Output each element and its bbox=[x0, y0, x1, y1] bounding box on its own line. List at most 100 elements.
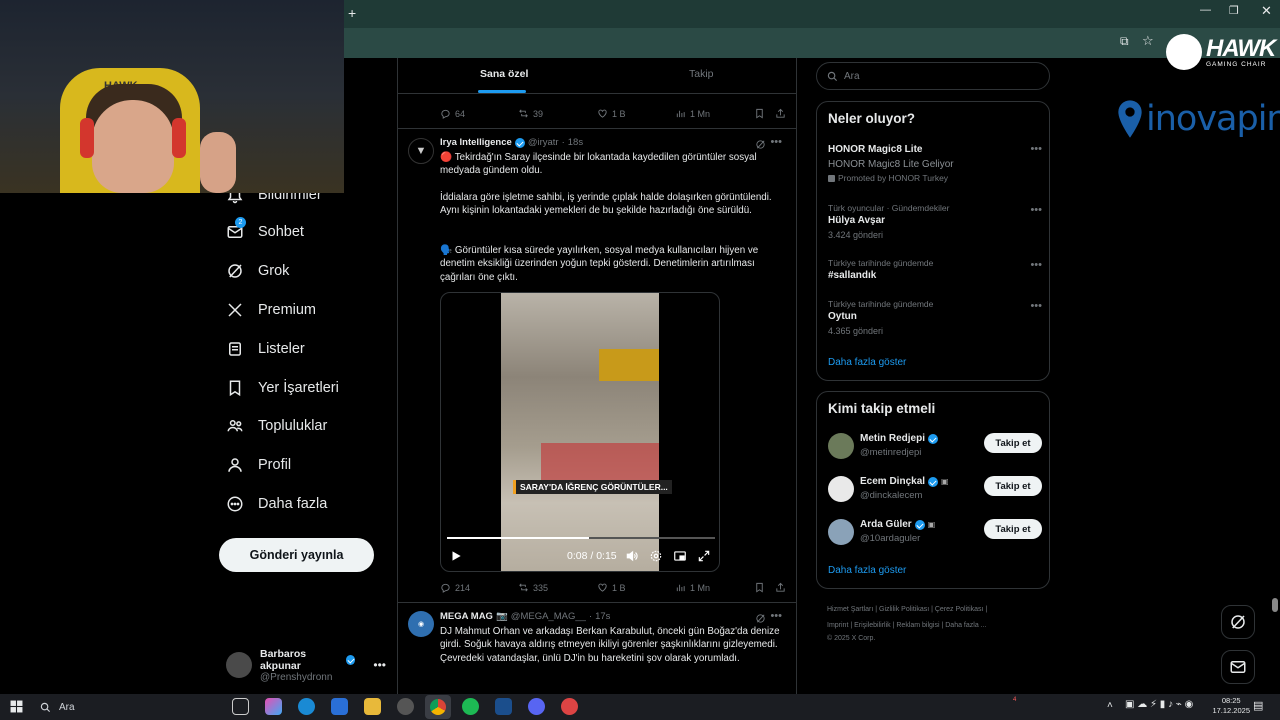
tab-following[interactable]: Takip bbox=[689, 68, 714, 80]
nav-item-communities[interactable]: Topluluklar bbox=[226, 411, 327, 441]
search-input[interactable] bbox=[844, 70, 1034, 82]
video-shop-banner bbox=[541, 443, 659, 483]
nav-label: Sohbet bbox=[258, 224, 304, 240]
nav-item-grok[interactable]: Grok bbox=[226, 256, 289, 286]
footer-line[interactable]: Imprint | Erişilebilirlik | Reklam bilgi… bbox=[827, 618, 1047, 634]
bookmark-button[interactable] bbox=[754, 108, 765, 119]
chrome-active-icon[interactable] bbox=[425, 695, 451, 719]
account-switcher[interactable]: Barbaros akpunar @Prenshydronn ••• bbox=[226, 648, 386, 683]
trends-show-more-link[interactable]: Daha fazla göster bbox=[828, 357, 906, 368]
avatar[interactable]: ◉ bbox=[408, 611, 434, 637]
video-player[interactable]: SARAY'DA İĞRENÇ GÖRÜNTÜLER... 0:08 / 0:1… bbox=[440, 292, 720, 572]
bookmark-button[interactable] bbox=[754, 582, 765, 593]
location-pin-icon bbox=[1118, 100, 1142, 138]
plus-icon[interactable]: + bbox=[348, 5, 356, 21]
close-icon[interactable]: ✕ bbox=[1261, 3, 1272, 19]
more-dots-icon[interactable]: ••• bbox=[770, 136, 782, 148]
reply-count: 214 bbox=[455, 582, 471, 593]
share-button[interactable] bbox=[775, 582, 786, 593]
trend-item[interactable]: Türk oyuncular · Gündemdekiler Hülya Avş… bbox=[828, 202, 1042, 243]
picture-in-picture-icon[interactable] bbox=[673, 549, 687, 563]
minimize-icon[interactable]: — bbox=[1200, 4, 1211, 16]
more-dots-icon[interactable]: ••• bbox=[373, 658, 386, 672]
follow-suggestion[interactable]: Ecem Dinçkal ▣ @dinckalecem Takip et bbox=[828, 474, 1042, 506]
tray-icons[interactable]: ▣ ☁ ⚡ ▮ ♪ ⌁ ◉ bbox=[1125, 699, 1193, 710]
more-dots-icon[interactable]: ••• bbox=[1030, 143, 1042, 155]
taskbar-clock[interactable]: 08:25 17.12.2025 bbox=[1212, 696, 1250, 716]
settings-gear-icon[interactable] bbox=[649, 549, 663, 563]
edge-icon[interactable] bbox=[298, 698, 315, 715]
grok-icon[interactable] bbox=[755, 139, 766, 150]
follow-button[interactable]: Takip et bbox=[984, 476, 1042, 496]
discord-icon[interactable] bbox=[528, 698, 545, 715]
tab-for-you[interactable]: Sana özel bbox=[480, 68, 528, 80]
tweet-author[interactable]: Irya Intelligence bbox=[440, 137, 512, 148]
post-button[interactable]: Gönderi yayınla bbox=[219, 538, 374, 572]
grok-icon[interactable] bbox=[755, 613, 766, 624]
follow-button[interactable]: Takip et bbox=[984, 519, 1042, 539]
like-button[interactable]: 1 B bbox=[597, 582, 626, 593]
trend-item[interactable]: Türkiye tarihinde gündemde #sallandık ••… bbox=[828, 257, 1042, 283]
footer-line[interactable]: Hizmet Şartları | Gizlilik Politikası | … bbox=[827, 602, 1047, 618]
like-button[interactable]: 1 B bbox=[597, 108, 626, 119]
trend-context: Türkiye tarihinde gündemde bbox=[828, 299, 934, 309]
tweet-handle[interactable]: @iryatr bbox=[528, 137, 559, 148]
trend-item[interactable]: Türkiye tarihinde gündemde Oytun 4.365 g… bbox=[828, 298, 1042, 339]
more-dots-icon[interactable]: ••• bbox=[1030, 259, 1042, 271]
nav-item-premium[interactable]: Premium bbox=[226, 295, 316, 325]
tweet-text: DJ Mahmut Orhan ve arkadaşı Berkan Karab… bbox=[440, 626, 780, 664]
repost-button[interactable]: 39 bbox=[518, 108, 543, 119]
fullscreen-icon[interactable] bbox=[697, 549, 711, 563]
search-box[interactable] bbox=[816, 62, 1050, 90]
install-app-icon[interactable]: ⧉ bbox=[1120, 34, 1129, 49]
nav-item-more[interactable]: Daha fazla bbox=[226, 489, 327, 519]
more-dots-icon[interactable]: ••• bbox=[1030, 204, 1042, 216]
page-scrollbar-thumb[interactable] bbox=[1272, 598, 1278, 612]
nav-item-profile[interactable]: Profil bbox=[226, 450, 291, 480]
nav-item-bookmarks[interactable]: Yer İşaretleri bbox=[226, 373, 339, 403]
reply-button[interactable]: 214 bbox=[440, 582, 470, 593]
tweet-time[interactable]: 18s bbox=[568, 137, 583, 148]
messages-floating-button[interactable] bbox=[1221, 650, 1255, 684]
windows-start-icon[interactable] bbox=[10, 700, 23, 713]
copilot-icon[interactable] bbox=[265, 698, 282, 715]
browser-address-bar[interactable]: ⧉ ☆ bbox=[344, 28, 1280, 58]
grok-floating-button[interactable] bbox=[1221, 605, 1255, 639]
taskbar-search[interactable]: Ara bbox=[34, 694, 219, 720]
app-icon[interactable] bbox=[397, 698, 414, 715]
chevron-up-icon[interactable]: ˄ bbox=[1107, 700, 1113, 711]
avatar[interactable] bbox=[828, 433, 854, 459]
tweet-handle[interactable]: @MEGA_MAG__ bbox=[511, 611, 586, 622]
spotify-icon[interactable] bbox=[462, 698, 479, 715]
tweet-author[interactable]: MEGA MAG bbox=[440, 611, 493, 622]
game-app-icon[interactable] bbox=[561, 698, 578, 715]
follow-button[interactable]: Takip et bbox=[984, 433, 1042, 453]
nav-item-lists[interactable]: Listeler bbox=[226, 334, 305, 364]
tweet-time[interactable]: 17s bbox=[595, 611, 610, 622]
video-progress-bar[interactable] bbox=[447, 537, 715, 539]
share-button[interactable] bbox=[775, 108, 786, 119]
play-icon[interactable] bbox=[449, 549, 463, 563]
bookmark-star-icon[interactable]: ☆ bbox=[1142, 33, 1154, 49]
follow-suggestion[interactable]: Metin Redjepi @metinredjepi Takip et bbox=[828, 431, 1042, 463]
trend-item[interactable]: HONOR Magic8 Lite HONOR Magic8 Lite Geli… bbox=[828, 143, 1042, 184]
task-view-icon[interactable] bbox=[232, 698, 249, 715]
reply-button[interactable]: 64 bbox=[440, 108, 465, 119]
nav-item-chat[interactable]: 2 Sohbet bbox=[226, 217, 304, 247]
avatar[interactable]: ▼ bbox=[408, 138, 434, 164]
follow-suggestion[interactable]: Arda Güler ▣ @10ardaguler Takip et bbox=[828, 517, 1042, 549]
volume-icon[interactable] bbox=[625, 549, 639, 563]
more-dots-icon[interactable]: ••• bbox=[770, 610, 782, 622]
file-explorer-icon[interactable] bbox=[364, 698, 381, 715]
follow-show-more-link[interactable]: Daha fazla göster bbox=[828, 565, 906, 576]
notification-center-icon[interactable]: ▤ bbox=[1253, 699, 1263, 712]
more-dots-icon[interactable]: ••• bbox=[1030, 300, 1042, 312]
avatar[interactable] bbox=[828, 519, 854, 545]
restore-icon[interactable]: ❐ bbox=[1229, 4, 1239, 17]
avatar[interactable] bbox=[828, 476, 854, 502]
steam-icon[interactable] bbox=[495, 698, 512, 715]
outlook-icon[interactable] bbox=[331, 698, 348, 715]
views-button[interactable]: 1 Mn bbox=[675, 108, 710, 119]
repost-button[interactable]: 335 bbox=[518, 582, 548, 593]
views-button[interactable]: 1 Mn bbox=[675, 582, 710, 593]
